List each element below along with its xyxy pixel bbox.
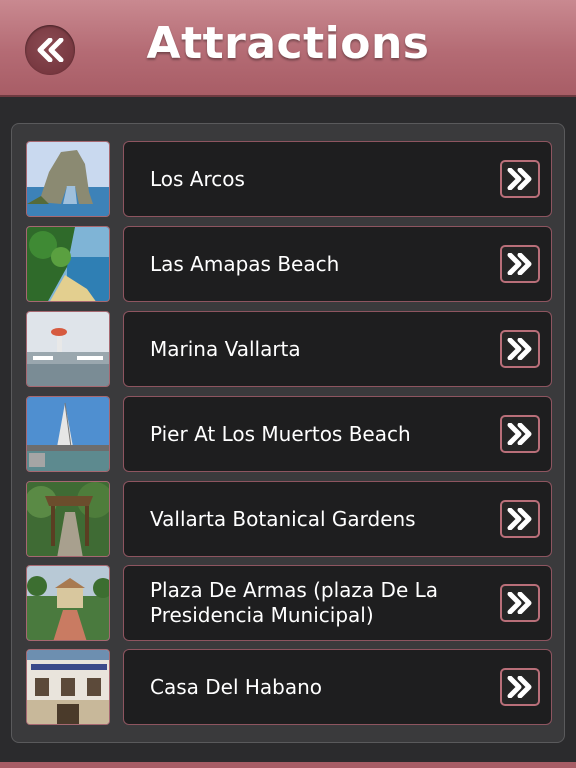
list-item[interactable]: Marina Vallarta — [26, 311, 552, 387]
list-item[interactable]: Casa Del Habano — [26, 649, 552, 725]
attraction-card[interactable]: Plaza De Armas (plaza De La Presidencia … — [123, 565, 552, 641]
double-chevron-right-icon — [507, 168, 532, 190]
attraction-label: Marina Vallarta — [150, 336, 301, 361]
list-item[interactable]: Vallarta Botanical Gardens — [26, 481, 552, 557]
list-item[interactable]: Plaza De Armas (plaza De La Presidencia … — [26, 565, 552, 641]
attraction-card[interactable]: Las Amapas Beach — [123, 226, 552, 302]
open-attraction-button[interactable] — [500, 330, 540, 368]
double-chevron-right-icon — [507, 423, 532, 445]
attraction-label: Vallarta Botanical Gardens — [150, 506, 416, 531]
double-chevron-right-icon — [507, 676, 532, 698]
open-attraction-button[interactable] — [500, 668, 540, 706]
attraction-card[interactable]: Vallarta Botanical Gardens — [123, 481, 552, 557]
page-title: Attractions — [146, 18, 430, 69]
attraction-card[interactable]: Marina Vallarta — [123, 311, 552, 387]
bottom-bar — [0, 762, 576, 768]
thumbnail-image — [26, 565, 110, 641]
attraction-card[interactable]: Los Arcos — [123, 141, 552, 217]
open-attraction-button[interactable] — [500, 584, 540, 622]
thumbnail-image — [26, 226, 110, 302]
double-chevron-right-icon — [507, 592, 532, 614]
attraction-label: Plaza De Armas (plaza De La Presidencia … — [150, 578, 438, 627]
double-chevron-right-icon — [507, 508, 532, 530]
list-item[interactable]: Pier At Los Muertos Beach — [26, 396, 552, 472]
thumbnail-image — [26, 311, 110, 387]
attraction-card[interactable]: Pier At Los Muertos Beach — [123, 396, 552, 472]
attraction-label: Casa Del Habano — [150, 674, 323, 699]
open-attraction-button[interactable] — [500, 415, 540, 453]
double-chevron-right-icon — [507, 338, 532, 360]
thumbnail-image — [26, 481, 110, 557]
list-item[interactable]: Los Arcos — [26, 141, 552, 217]
attraction-label: Pier At Los Muertos Beach — [150, 421, 411, 446]
open-attraction-button[interactable] — [500, 245, 540, 283]
double-chevron-right-icon — [507, 253, 532, 275]
attraction-label: Las Amapas Beach — [150, 251, 340, 276]
header-bar: Attractions — [0, 0, 576, 97]
thumbnail-image — [26, 649, 110, 725]
list-item[interactable]: Las Amapas Beach — [26, 226, 552, 302]
open-attraction-button[interactable] — [500, 500, 540, 538]
open-attraction-button[interactable] — [500, 160, 540, 198]
attraction-card[interactable]: Casa Del Habano — [123, 649, 552, 725]
thumbnail-image — [26, 141, 110, 217]
thumbnail-image — [26, 396, 110, 472]
attraction-label: Los Arcos — [150, 166, 245, 191]
